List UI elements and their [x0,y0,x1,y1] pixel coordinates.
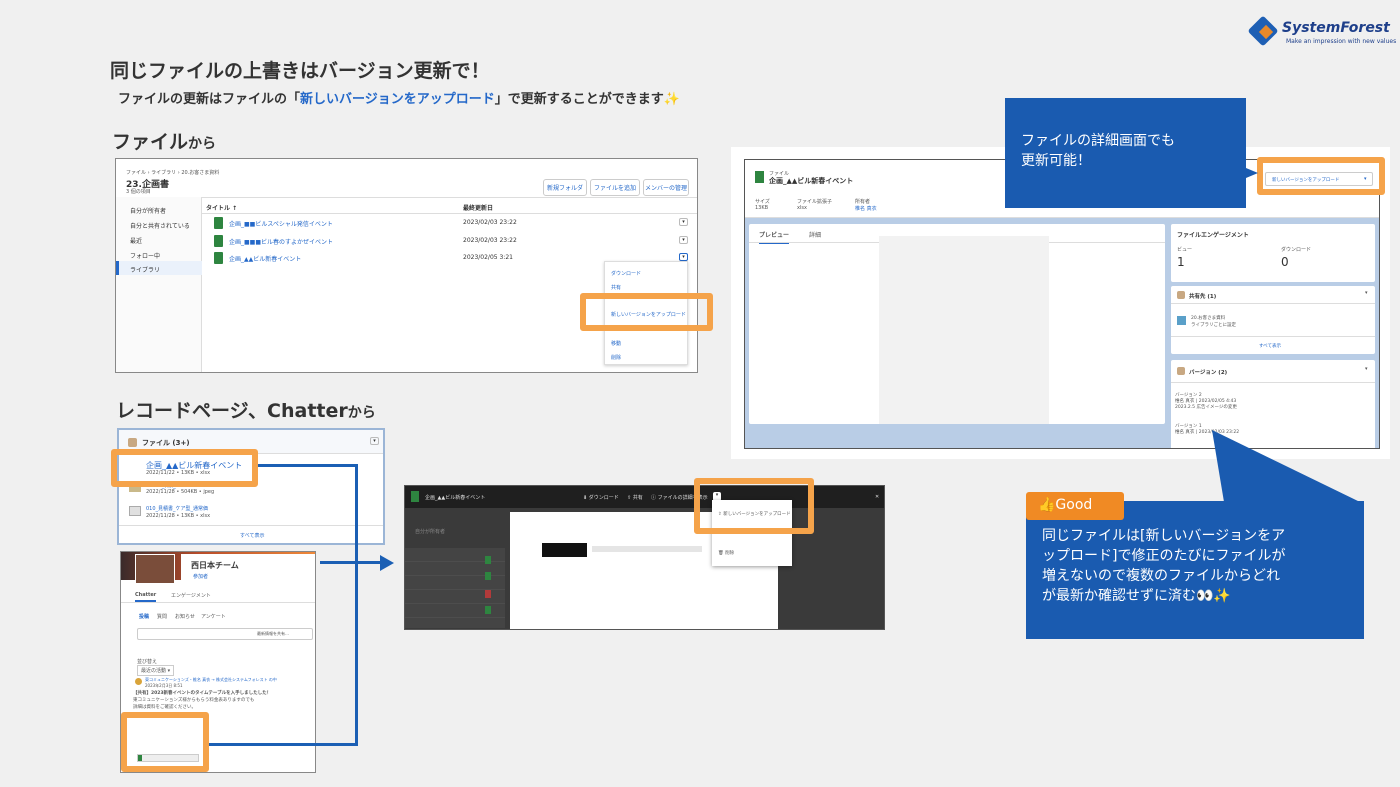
versions-menu[interactable]: ▾ [1365,366,1368,372]
excel-file-icon [755,171,764,183]
section-file-title: ファイルから [112,131,217,153]
files-sidebar: 自分が所有者 自分と共有されている 最近 フォロー中 ライブラリ [116,197,202,372]
detail-title: 企画_▲▲ビル新春イベント [769,177,854,185]
col-title[interactable]: タイトル ↑ [206,203,237,212]
tab-detail[interactable]: 詳細 [809,230,821,239]
item-count: 3 個の項目 [126,189,151,195]
group-name: 西日本チーム [191,561,239,570]
preview-menu-delete[interactable]: 🗑 削除 [718,550,734,556]
preview-download[interactable]: ⬇ ダウンロード [583,494,619,501]
shared-view-all-link[interactable]: すべて表示 [1259,343,1281,349]
company-logo: SystemForest Make an impression with new… [1247,15,1396,48]
good-badge: 👍Good [1026,492,1124,520]
highlight-box [580,293,713,331]
excel-file-icon [214,217,223,229]
sidebar-item-following[interactable]: フォロー中 [130,251,160,260]
callout-detail: ファイルの詳細画面でも 更新可能！ [1005,98,1246,208]
callout-good: 同じファイルは[新しいバージョンをア ップロード]で修正のたびにファイルが 増え… [1026,501,1364,639]
manage-members-button[interactable]: メンバーの管理 [643,179,689,196]
callout-pointer [1212,430,1360,502]
group-photo [135,554,175,584]
file-row-2[interactable]: 企画_■■■ビル春のすよかぜイベント [229,237,333,246]
sort-label: 並び替え [137,659,158,665]
preview-card: プレビュー 詳細 [749,224,1165,424]
logo-name: SystemForest [1282,20,1390,36]
logo-tagline: Make an impression with new values [1286,38,1397,45]
page-subtitle: ファイルの更新はファイルの「新しいバージョンをアップロード」で更新することができ… [118,92,680,107]
engagement-card: ファイルエンゲージメント ビュー 1 ダウンロード 0 [1171,224,1375,282]
add-file-button[interactable]: ファイルを追加 [590,179,640,196]
excel-file-icon [214,252,223,264]
new-folder-button[interactable]: 新規フォルダ [543,179,587,196]
library-icon [1177,316,1186,325]
group-member-link[interactable]: 参加者 [193,573,208,580]
col-modified[interactable]: 最終更新日 [463,203,493,212]
file-row-3[interactable]: 企画_▲▲ビル新春イベント [229,254,301,263]
breadcrumb[interactable]: ファイル › ライブラリ › 20.お客さま資料 [126,169,219,176]
highlight-box [694,478,814,534]
sort-select[interactable]: 最近の活動 ▾ [137,665,175,676]
menu-share[interactable]: 共有 [611,284,621,291]
files-screenshot: ファイル › ライブラリ › 20.お客さま資料 23.企画書 3 個の項目 新… [115,158,698,373]
excel-file-icon [411,491,419,502]
shared-menu[interactable]: ▾ [1365,290,1368,296]
preview-file-title: 企画_▲▲ビル新春イベント [425,495,486,501]
subtab-poll[interactable]: アンケート [201,613,226,620]
section-record-title: レコードページ、Chatterから [116,400,376,422]
page-title: 同じファイルの上書きはバージョン更新で！ [110,60,490,82]
close-icon[interactable]: ✕ [875,494,879,500]
sidebar-item-recent[interactable]: 最近 [130,236,142,245]
preview-area [879,236,1049,424]
preview-share[interactable]: ⇪ 共有 [627,494,643,501]
record-files-menu[interactable]: ▾ [370,437,379,445]
row-menu-2[interactable]: ▾ [679,236,688,244]
files-card-icon [128,438,137,447]
record-file-3[interactable]: 010_見積書_ケア型_通常価 [146,505,208,512]
tab-engagement[interactable]: エンゲージメント [171,592,211,599]
avatar [135,678,142,685]
arrow-right-icon [380,555,394,571]
row-menu-1[interactable]: ▾ [679,218,688,226]
upload-highlight: 新しいバージョンをアップロード [300,92,495,107]
row-menu-3[interactable]: ▾ [679,253,688,261]
tab-chatter[interactable]: Chatter [135,592,157,602]
versions-icon [1177,367,1185,375]
excel-thumbnail-icon [129,506,141,516]
excel-file-icon [214,235,223,247]
record-view-all-link[interactable]: すべて表示 [240,532,264,539]
views-count: 1 [1177,255,1185,269]
subtab-announce[interactable]: お知らせ [175,613,195,620]
shared-library-link[interactable]: 20.お客さま資料 [1191,315,1225,321]
sidebar-item-owned[interactable]: 自分が所有者 [130,206,166,215]
sidebar-item-shared[interactable]: 自分と共有されている [130,221,190,230]
sidebar-item-library[interactable]: ライブラリ [130,265,160,274]
record-files-header: ファイル (3+) [142,439,190,447]
downloads-count: 0 [1281,255,1289,269]
menu-download[interactable]: ダウンロード [611,270,641,277]
file-row-1[interactable]: 企画_■■ビルスペシャル発信イベント [229,219,333,228]
subtab-post[interactable]: 投稿 [139,613,149,620]
highlight-box [1257,157,1385,195]
menu-delete[interactable]: 削除 [611,354,621,361]
shared-card: 共有先 (1) ▾ 20.お客さま資料 ライブラリごとに設定 すべて表示 [1171,286,1375,354]
highlight-box [121,712,209,772]
subtab-question[interactable]: 質問 [157,613,167,620]
owner-link[interactable]: 椎名 真衣 [855,205,877,212]
highlight-box [111,449,258,487]
redacted-block [542,543,587,557]
shared-icon [1177,291,1185,299]
menu-move[interactable]: 移動 [611,340,621,347]
